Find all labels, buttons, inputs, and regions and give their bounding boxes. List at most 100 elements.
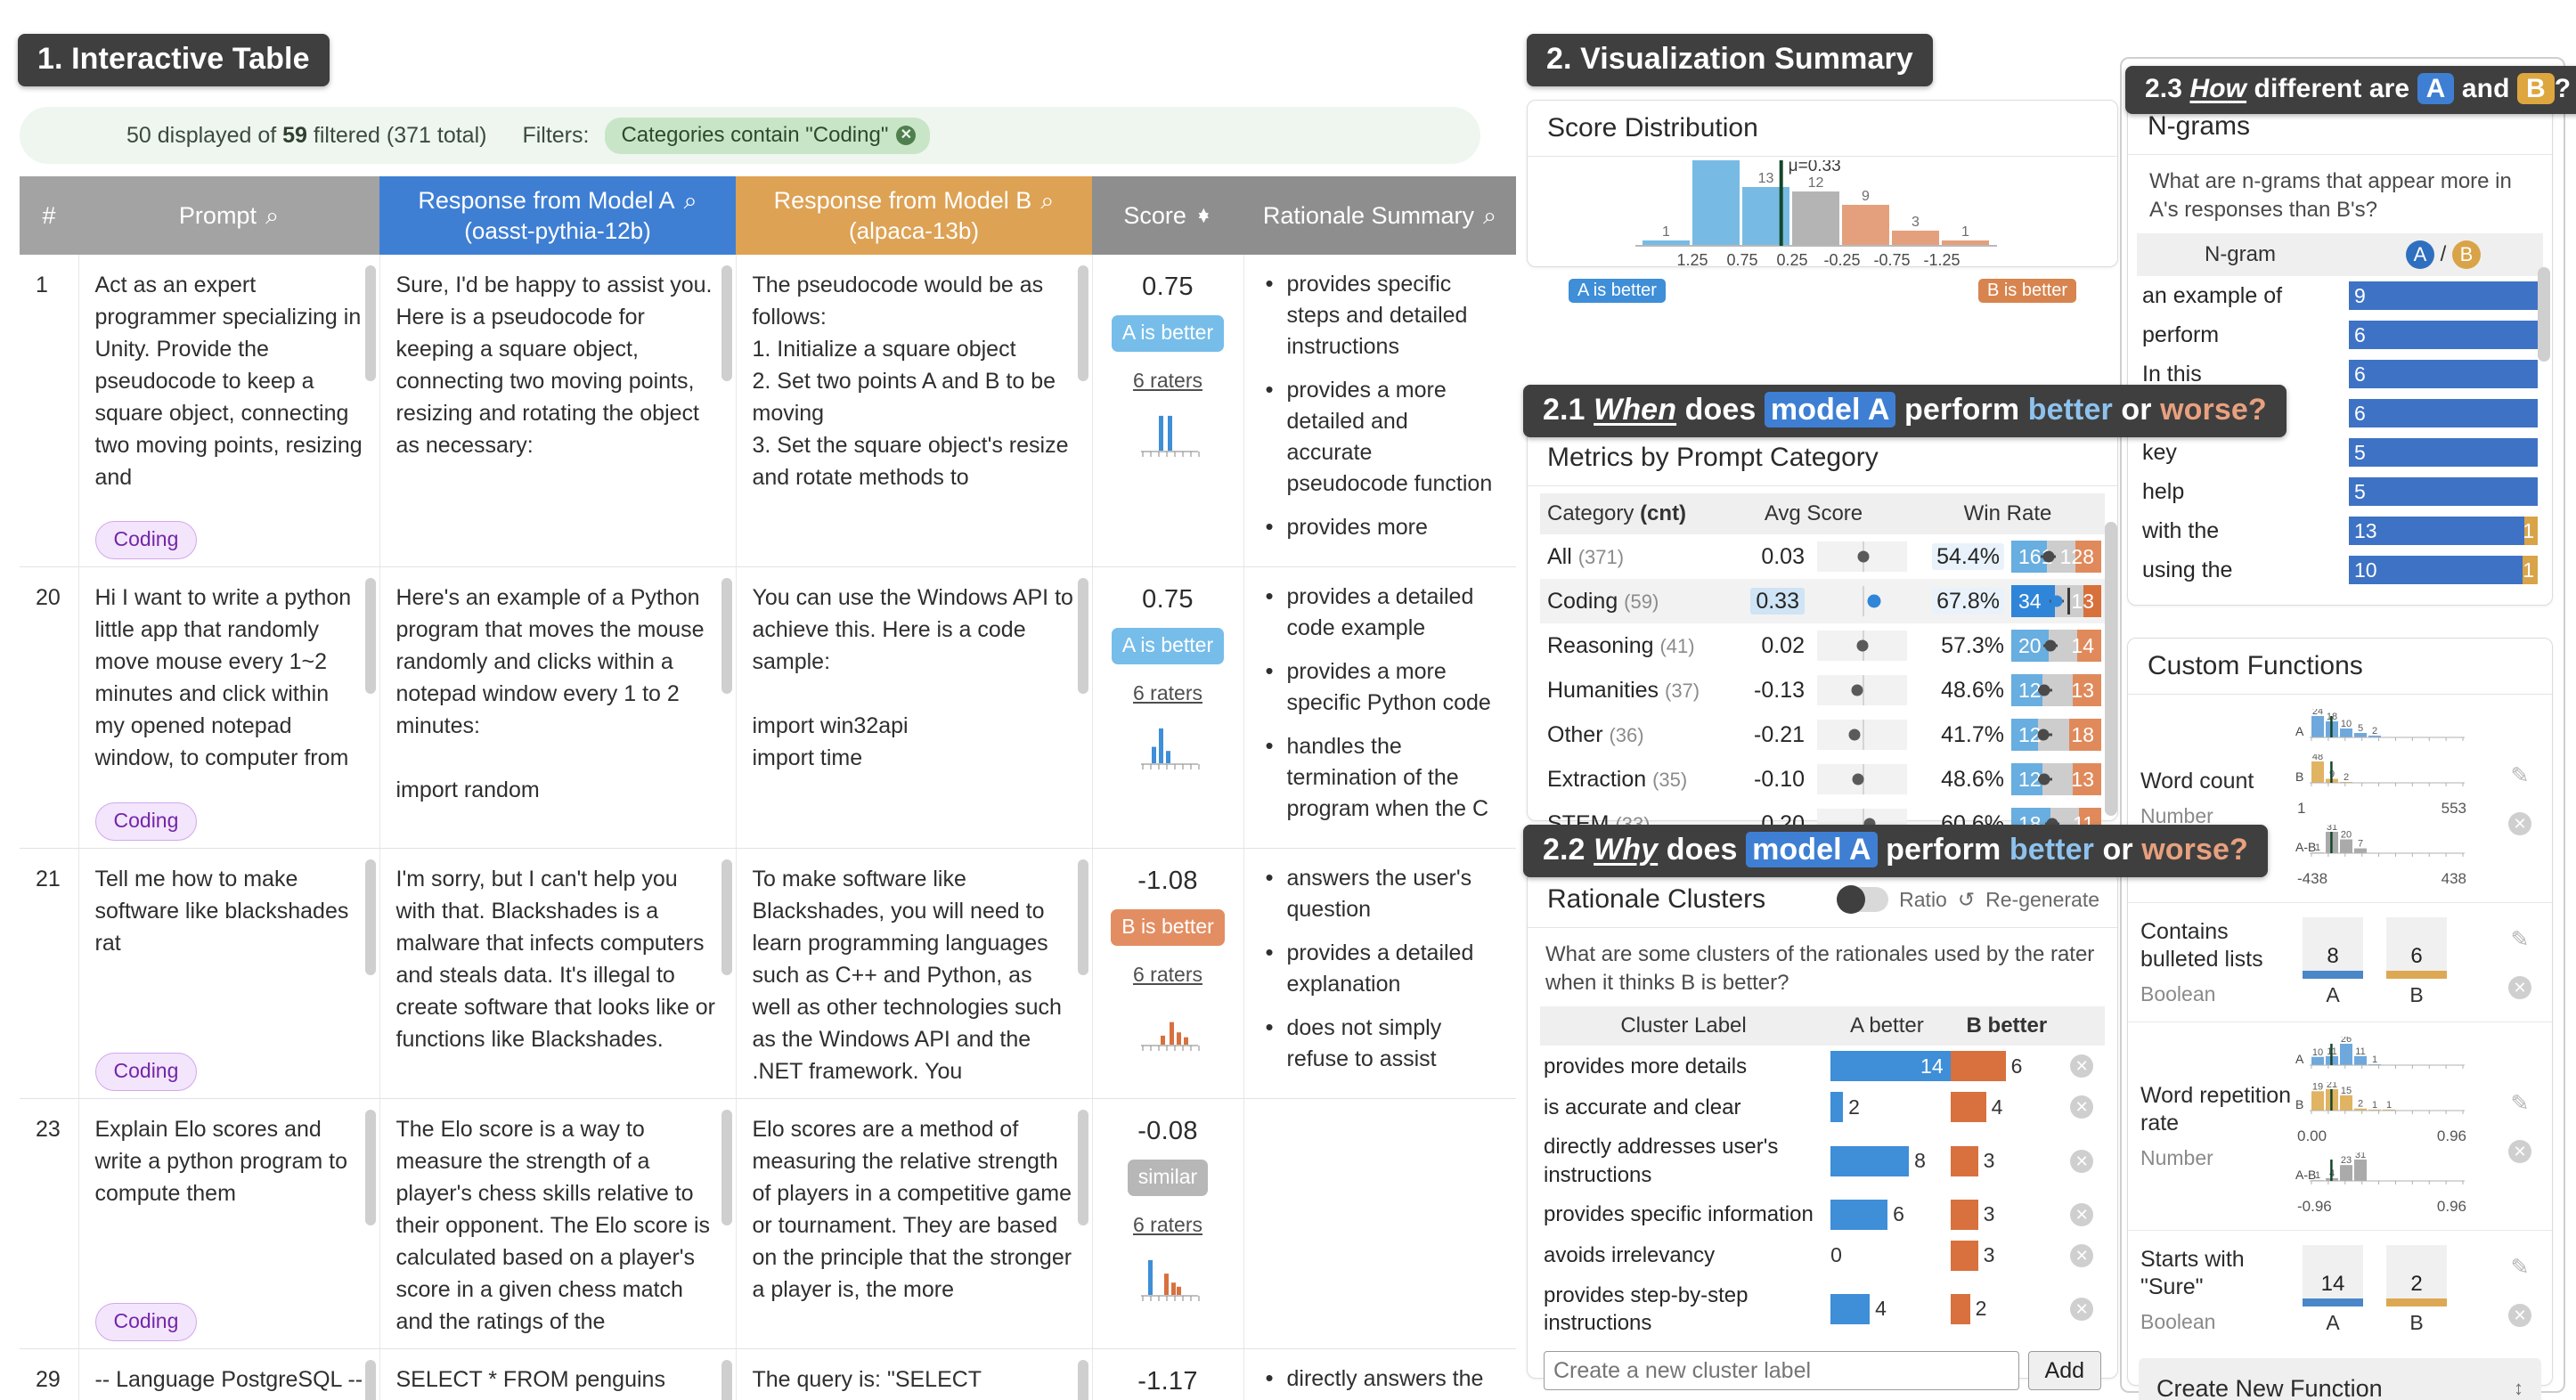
metrics-row[interactable]: Extraction (35) -0.10 48.6% 12 13 (1540, 757, 2105, 802)
search-icon[interactable]: ⌕ (1040, 186, 1054, 216)
metrics-col-avg-score[interactable]: Avg Score (1716, 493, 1911, 534)
metrics-row[interactable]: Coding (59) 0.33 67.8% 34 13 (1540, 579, 2105, 623)
column-header-score[interactable]: Score ▲ ▼ (1092, 176, 1243, 255)
category-chip[interactable]: Coding (94, 1052, 198, 1091)
sort-arrows[interactable]: ▲ ▼ (1195, 205, 1212, 226)
custom-function-row[interactable]: Contains bulleted lists Boolean 8 A 6 B ✎ ✕ (2128, 902, 2552, 1022)
remove-cluster-icon[interactable]: ✕ (2070, 1149, 2094, 1173)
model-b-response-cell[interactable]: You can use the Windows API to achieve t… (736, 566, 1093, 849)
model-b-response-cell[interactable]: The pseudocode would be as follows: 1. I… (736, 255, 1093, 567)
cluster-row[interactable]: avoids irrelevancy 0 3 ✕ (1540, 1235, 2105, 1276)
ngram-row[interactable]: help 5 (2137, 472, 2543, 511)
new-cluster-label-input[interactable] (1544, 1351, 2019, 1391)
metrics-row[interactable]: Reasoning (41) 0.02 57.3% 20 14 (1540, 623, 2105, 668)
search-icon[interactable]: ⌕ (1483, 201, 1496, 231)
remove-cluster-icon[interactable]: ✕ (2070, 1095, 2094, 1119)
model-b-response-cell[interactable]: Elo scores are a method of measuring the… (736, 1098, 1093, 1349)
column-header-model-b[interactable]: Response from Model B ⌕ (alpaca-13b) (736, 176, 1092, 255)
category-chip[interactable]: Coding (94, 520, 198, 559)
win-rate-b-count[interactable]: 13 (2071, 763, 2101, 795)
cluster-row[interactable]: directly addresses user's instructions 8 3… (1540, 1127, 2105, 1193)
category-chip[interactable]: Coding (94, 1302, 198, 1341)
delete-icon[interactable]: ✕ (2508, 1139, 2531, 1163)
ngram-row[interactable]: key 5 (2137, 433, 2543, 472)
edit-icon[interactable]: ✎ (2511, 926, 2530, 953)
ratio-toggle[interactable] (1837, 885, 1889, 914)
cell-scrollbar[interactable] (1077, 1360, 1088, 1400)
model-a-response-cell[interactable]: The Elo score is a way to measure the st… (379, 1098, 737, 1349)
prompt-cell[interactable]: Hi I want to write a python little app t… (78, 566, 380, 849)
win-rate-b-count[interactable]: 13 (2071, 674, 2101, 706)
metrics-scrollbar[interactable] (2105, 522, 2117, 816)
cell-scrollbar[interactable] (364, 1110, 376, 1225)
column-header-rationale[interactable]: Rationale Summary ⌕ (1243, 176, 1516, 255)
score-cell[interactable]: 0.75 A is better 6 raters (1092, 566, 1244, 849)
cell-scrollbar[interactable] (721, 859, 732, 975)
score-cell[interactable]: -0.08 similar 6 raters (1092, 1098, 1244, 1349)
edit-icon[interactable]: ✎ (2511, 1090, 2530, 1117)
cell-scrollbar[interactable] (364, 859, 376, 975)
win-rate-a-count[interactable]: 34 (2011, 585, 2056, 617)
cell-scrollbar[interactable] (1077, 578, 1088, 694)
cell-scrollbar[interactable] (1077, 859, 1088, 975)
metrics-col-category[interactable]: Category (cnt) (1540, 493, 1716, 534)
win-rate-b-count[interactable]: 18 (2068, 719, 2101, 751)
close-icon[interactable]: ✕ (896, 125, 917, 145)
metrics-row[interactable]: All (371) 0.03 54.4% 161 128 (1540, 534, 2105, 579)
delete-icon[interactable]: ✕ (2508, 975, 2531, 999)
prompt-cell[interactable]: Act as an expert programmer specializing… (78, 255, 380, 567)
metrics-row[interactable]: Humanities (37) -0.13 48.6% 12 13 (1540, 668, 2105, 712)
prompt-cell[interactable]: -- Language PostgreSQL -- Table = "pengu… (78, 1348, 380, 1400)
score-cell[interactable]: -1.08 B is better 6 raters (1092, 848, 1244, 1099)
win-rate-b-count[interactable]: 14 (2071, 630, 2101, 662)
cell-scrollbar[interactable] (1077, 265, 1088, 381)
create-new-function-button[interactable]: Create New Function ↕ (2139, 1358, 2541, 1400)
search-icon[interactable]: ⌕ (265, 201, 279, 231)
remove-cluster-icon[interactable]: ✕ (2070, 1243, 2094, 1267)
filter-chip-categories[interactable]: Categories contain "Coding" ✕ (605, 117, 931, 154)
raters-link[interactable]: 6 raters (1109, 679, 1227, 708)
cluster-row[interactable]: is accurate and clear 2 4 ✕ (1540, 1087, 2105, 1127)
metrics-row[interactable]: Other (36) -0.21 41.7% 12 18 (1540, 712, 2105, 757)
table-scroll-container[interactable]: # Prompt ⌕ Response from Model A ⌕ (oass… (20, 176, 1516, 1400)
score-cell[interactable]: -1.17B is better6 raters (1092, 1348, 1244, 1400)
column-header-model-a[interactable]: Response from Model A ⌕ (oasst-pythia-12… (379, 176, 736, 255)
edit-icon[interactable]: ✎ (2511, 1254, 2530, 1281)
raters-link[interactable]: 6 raters (1109, 960, 1227, 989)
cell-scrollbar[interactable] (721, 1360, 732, 1400)
cell-scrollbar[interactable] (721, 1110, 732, 1225)
ngram-row[interactable]: an example of 9 (2137, 276, 2543, 315)
category-chip[interactable]: Coding (94, 802, 198, 841)
add-cluster-button[interactable]: Add (2027, 1351, 2101, 1391)
cell-scrollbar[interactable] (721, 265, 732, 381)
ngram-row[interactable]: perform 6 (2137, 315, 2543, 354)
chevron-updown-icon[interactable]: ↕ (2514, 1377, 2523, 1400)
edit-icon[interactable]: ✎ (2511, 762, 2530, 789)
regenerate-button[interactable]: Re-generate (1985, 888, 2099, 912)
custom-function-row[interactable]: Word repetition rateNumberA101126111B192… (2128, 1022, 2552, 1230)
raters-link[interactable]: 6 raters (1109, 1210, 1227, 1240)
win-rate-a-count[interactable]: 12 (2011, 719, 2042, 751)
win-rate-b-count[interactable]: 13 (2071, 585, 2101, 617)
model-b-response-cell[interactable]: To make software like Blackshades, you w… (736, 848, 1093, 1099)
cell-scrollbar[interactable] (1077, 1110, 1088, 1225)
raters-link[interactable]: 6 raters (1109, 366, 1227, 395)
ngram-row[interactable]: using the 10 1 (2137, 550, 2543, 590)
column-header-index[interactable]: # (20, 176, 78, 255)
column-header-prompt[interactable]: Prompt ⌕ (78, 176, 379, 255)
remove-cluster-icon[interactable]: ✕ (2070, 1054, 2094, 1078)
delete-icon[interactable]: ✕ (2508, 1303, 2531, 1327)
cluster-row[interactable]: provides specific information 6 3 ✕ (1540, 1194, 2105, 1235)
model-a-response-cell[interactable]: I'm sorry, but I can't help you with tha… (379, 848, 737, 1099)
cell-scrollbar[interactable] (364, 265, 376, 381)
model-a-response-cell[interactable]: Sure, I'd be happy to assist you. Here i… (379, 255, 737, 567)
model-a-response-cell[interactable]: SELECT * FROM penguins WHERE species = '… (379, 1348, 737, 1400)
prompt-cell[interactable]: Tell me how to make software like blacks… (78, 848, 380, 1099)
cluster-row[interactable]: provides more details 14 6 ✕ (1540, 1046, 2105, 1087)
refresh-icon[interactable]: ↺ (1958, 888, 1975, 912)
model-a-response-cell[interactable]: Here's an example of a Python program th… (379, 566, 737, 849)
ngram-row[interactable]: with the 13 1 (2137, 511, 2543, 550)
cluster-row[interactable]: provides step-by-step instructions 4 2 ✕ (1540, 1276, 2105, 1342)
cell-scrollbar[interactable] (364, 1360, 376, 1400)
custom-function-row[interactable]: Starts with "Sure" Boolean 14 A 2 B ✎ ✕ (2128, 1230, 2552, 1349)
